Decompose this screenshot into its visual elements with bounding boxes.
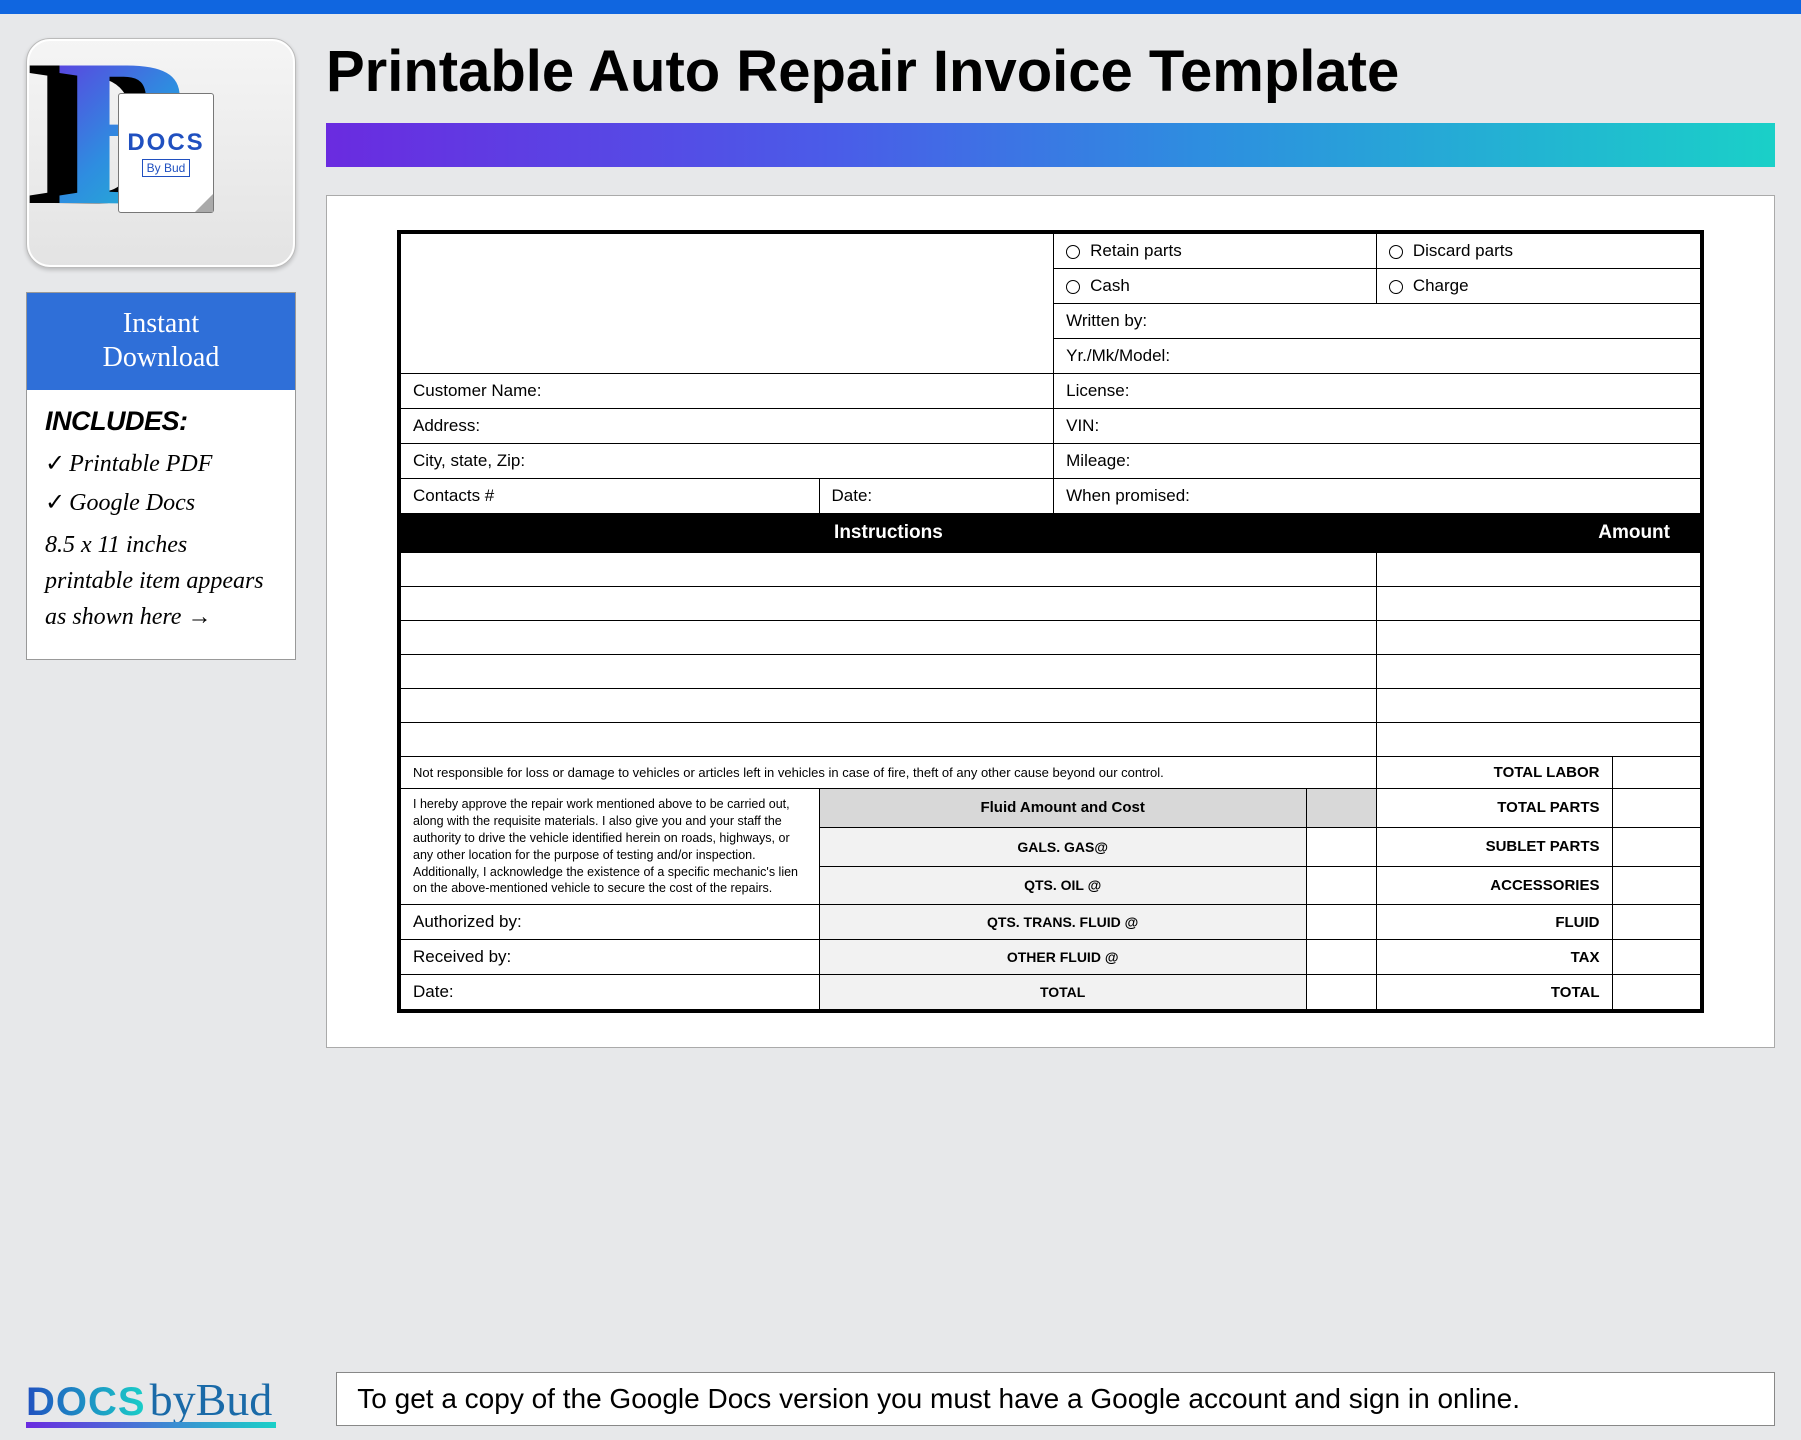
radio-icon [1066,280,1080,294]
retain-parts-option: Retain parts [1054,232,1377,269]
total-labor-label: TOTAL LABOR [1376,757,1612,789]
accessories-label: ACCESSORIES [1376,866,1612,905]
footer-gradient-bar [26,1422,276,1428]
not-responsible-text: Not responsible for loss or damage to ve… [399,757,1376,789]
invoice-table: Retain parts Discard parts Cash Charge W… [397,230,1704,1013]
amount-row [1376,689,1702,723]
instructions-header: Instructions [399,514,1376,553]
sublet-parts-value [1612,827,1702,866]
when-promised-field: When promised: [1054,479,1702,514]
vin-field: VIN: [1054,409,1702,444]
main-content: D B DOCS By Bud Instant Download INCLUDE… [0,14,1801,1048]
logo-docs-text: DOCS [127,129,204,157]
discard-parts-option: Discard parts [1376,232,1702,269]
logo-paper-icon: DOCS By Bud [118,93,214,213]
fluid-total: TOTAL [819,975,1306,1012]
include-label: Google Docs [69,490,195,516]
fluid-oil-amt [1306,866,1376,905]
gradient-divider [326,123,1775,167]
total-parts-value [1612,789,1702,828]
includes-header: INCLUDES: [45,406,277,437]
fluid-oil: QTS. OIL @ [819,866,1306,905]
fluid-total-value [1612,905,1702,940]
address-field: Address: [399,409,1054,444]
accessories-value [1612,866,1702,905]
check-icon: ✓ [45,451,65,477]
grand-total-label: TOTAL [1376,975,1612,1012]
received-by-field: Received by: [399,940,819,975]
amount-row [1376,723,1702,757]
footer-docs-text: DOCS [26,1380,146,1425]
sidebar-info-box: Instant Download INCLUDES: ✓Printable PD… [26,292,296,660]
total-labor-value [1612,757,1702,789]
top-accent-bar [0,0,1801,14]
written-by-field: Written by: [1054,304,1702,339]
amount-row [1376,621,1702,655]
tax-value [1612,940,1702,975]
instruction-row [399,689,1376,723]
contacts-field: Contacts # [399,479,819,514]
check-icon: ✓ [45,490,65,516]
mileage-field: Mileage: [1054,444,1702,479]
disclaimer-text: I hereby approve the repair work mention… [399,789,819,905]
sidebar: D B DOCS By Bud Instant Download INCLUDE… [26,38,296,1048]
fluid-trans: QTS. TRANS. FLUID @ [819,905,1306,940]
fluid-total-label: FLUID [1376,905,1612,940]
include-item-pdf: ✓Printable PDF [45,449,277,478]
include-item-gdocs: ✓Google Docs [45,488,277,517]
yr-mk-model-field: Yr./Mk/Model: [1054,339,1702,374]
brand-logo: D B DOCS By Bud [26,38,296,268]
amount-row [1376,655,1702,689]
fluid-total-amt [1306,975,1376,1012]
authorized-by-field: Authorized by: [399,905,819,940]
instruction-row [399,723,1376,757]
instruction-row [399,655,1376,689]
grand-total-value [1612,975,1702,1012]
fluid-gas: GALS. GAS@ [819,827,1306,866]
fluid-other-amt [1306,940,1376,975]
amount-row [1376,587,1702,621]
fluid-header-amt [1306,789,1376,828]
city-state-zip-field: City, state, Zip: [399,444,1054,479]
logo-bybud-text: By Bud [142,159,191,177]
invoice-preview: Retain parts Discard parts Cash Charge W… [326,195,1775,1048]
fluid-other: OTHER FLUID @ [819,940,1306,975]
footer: DOCS byBud To get a copy of the Google D… [26,1372,1775,1426]
invoice-logo-area [399,232,1054,374]
main-column: Printable Auto Repair Invoice Template R… [326,38,1775,1048]
instruction-row [399,587,1376,621]
radio-icon [1389,280,1403,294]
footer-note: To get a copy of the Google Docs version… [336,1372,1775,1426]
charge-option: Charge [1376,269,1702,304]
license-field: License: [1054,374,1702,409]
instruction-row [399,553,1376,587]
instant-download-badge: Instant Download [27,293,295,390]
fluid-gas-amt [1306,827,1376,866]
fluid-header: Fluid Amount and Cost [819,789,1306,828]
cash-option: Cash [1054,269,1377,304]
radio-icon [1066,245,1080,259]
total-parts-label: TOTAL PARTS [1376,789,1612,828]
date-sig-field: Date: [399,975,819,1012]
footer-logo-wrap: DOCS byBud [26,1373,272,1426]
page-title: Printable Auto Repair Invoice Template [326,38,1775,105]
radio-icon [1389,245,1403,259]
instruction-row [399,621,1376,655]
customer-name-field: Customer Name: [399,374,1054,409]
fluid-trans-amt [1306,905,1376,940]
sublet-parts-label: SUBLET PARTS [1376,827,1612,866]
include-label: Printable PDF [69,451,212,477]
amount-row [1376,553,1702,587]
tax-label: TAX [1376,940,1612,975]
footer-bybud-text: byBud [150,1373,273,1426]
date-field: Date: [819,479,1054,514]
amount-header: Amount [1376,514,1702,553]
dimensions-note: 8.5 x 11 inches printable item appears a… [45,527,277,635]
